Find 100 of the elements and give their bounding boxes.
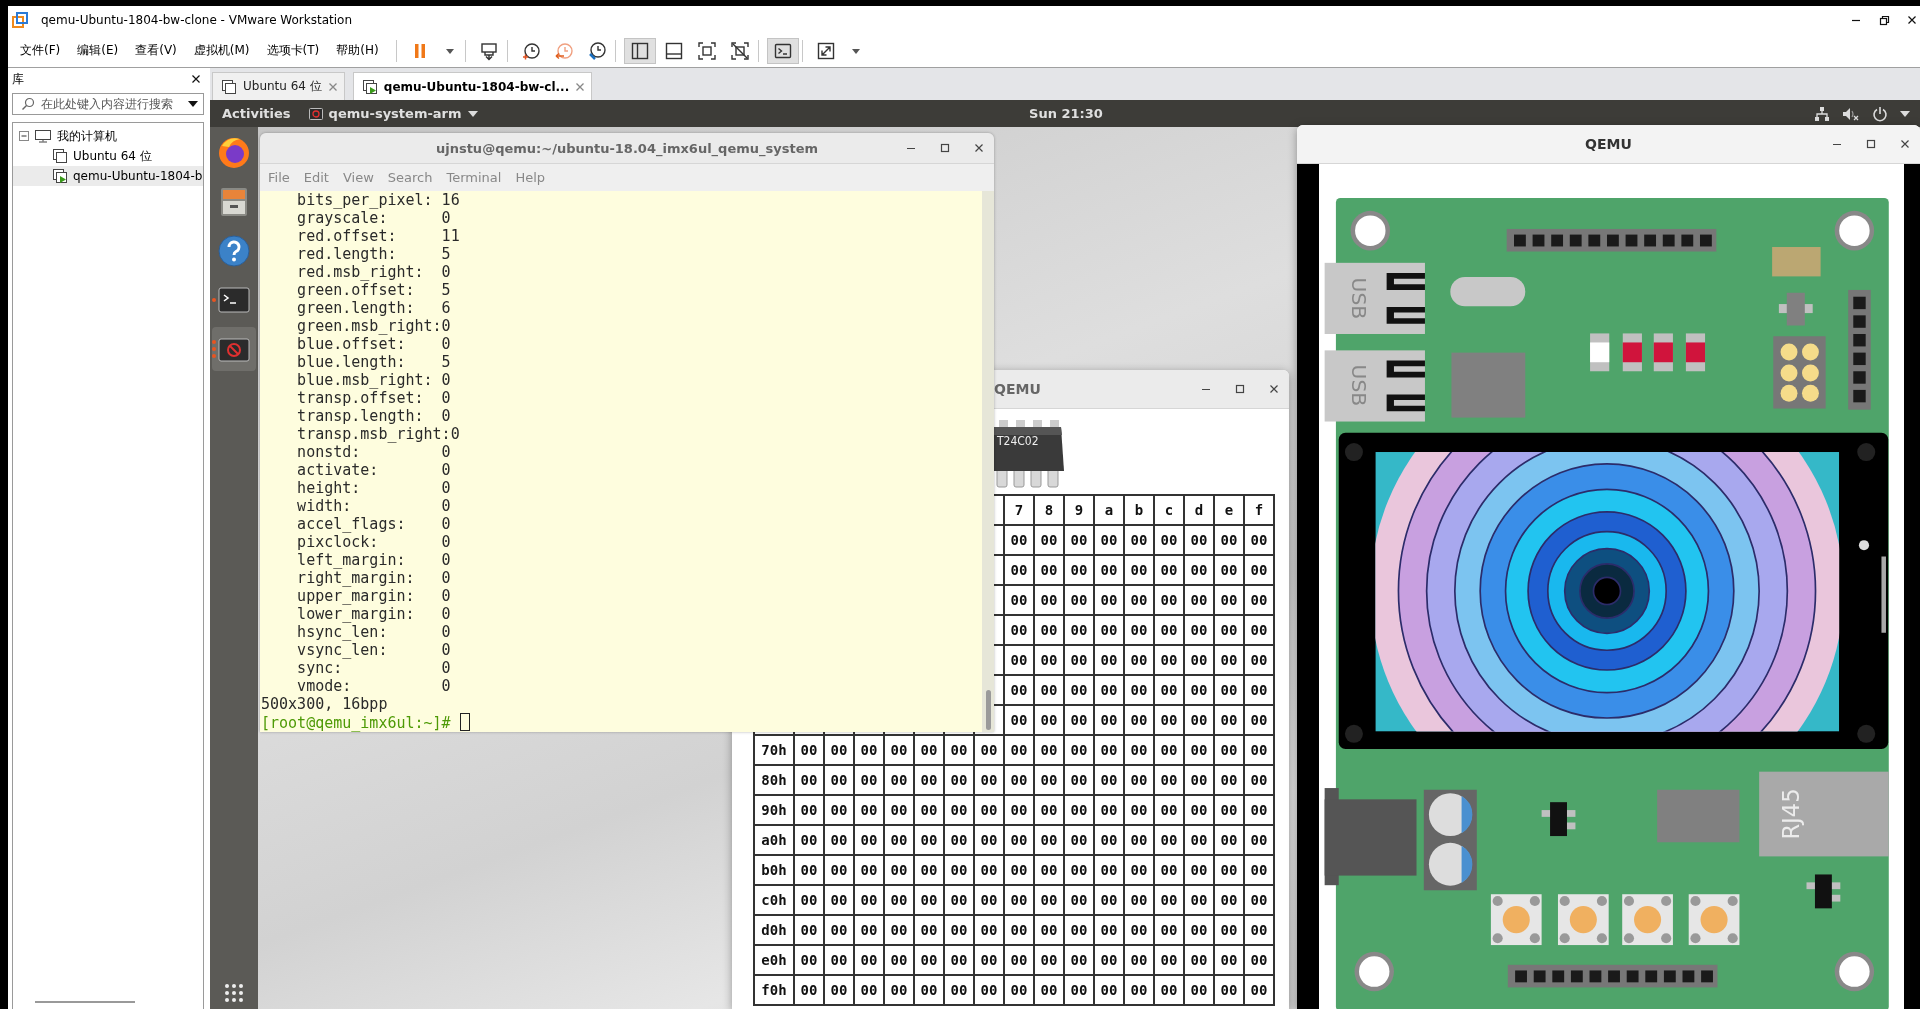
table-cell: 00 [824, 975, 854, 1005]
table-cell: 00 [974, 885, 1004, 915]
clock-plus-icon[interactable] [520, 40, 541, 61]
window-title: QEMU [993, 381, 1041, 397]
menu-item[interactable]: 帮助(H) [336, 42, 379, 59]
table-cell: 00 [1244, 705, 1274, 735]
tree-item[interactable]: qemu-Ubuntu-1804-b [13, 166, 203, 186]
terminal-line: red.length: 5 [297, 245, 451, 263]
table-cell: 00 [1184, 825, 1214, 855]
tab[interactable]: Ubuntu 64 位 [212, 72, 345, 100]
toggle-button[interactable] [623, 37, 656, 64]
table-cell: 00 [1004, 975, 1034, 1005]
table-cell: 00 [1244, 735, 1274, 765]
table-cell: 00 [1034, 975, 1064, 1005]
menu-item[interactable]: 文件(F) [20, 42, 61, 59]
terminal-line: transp.offset: 0 [297, 389, 451, 407]
table-cell: 00 [1124, 675, 1154, 705]
table-cell: 00 [794, 735, 824, 765]
table-cell: 00 [854, 945, 884, 975]
table-cell: 00 [1184, 555, 1214, 585]
table-cell: 00 [1214, 645, 1244, 675]
table-cell: 00 [1214, 585, 1244, 615]
table-cell: 00 [1244, 525, 1274, 555]
status-menu[interactable] [1814, 105, 1910, 122]
row-header: a0h [754, 825, 794, 855]
table-cell: 00 [1184, 765, 1214, 795]
tree-item[interactable]: 我的计算机 [13, 126, 203, 146]
fullscreen-icon[interactable] [696, 40, 717, 61]
monitor-arrow-icon[interactable] [478, 40, 499, 61]
table-cell: 00 [914, 825, 944, 855]
restore-icon[interactable] [1878, 14, 1890, 26]
menu-item[interactable]: 查看(V) [135, 42, 177, 59]
tab[interactable]: qemu-Ubuntu-1804-bw-cl... [352, 72, 593, 100]
terminal-line: red.offset: 11 [297, 227, 460, 245]
table-cell: 00 [1034, 525, 1064, 555]
table-cell: 00 [794, 855, 824, 885]
table-cell: 00 [1154, 765, 1184, 795]
table-cell: 00 [884, 945, 914, 975]
table-cell: 00 [1094, 675, 1124, 705]
close-icon[interactable] [973, 142, 985, 154]
table-cell: 00 [944, 765, 974, 795]
clock-wrench-icon[interactable] [586, 40, 607, 61]
table-cell: 00 [824, 885, 854, 915]
close-icon[interactable] [1899, 138, 1911, 150]
table-cell: 00 [1154, 885, 1184, 915]
table-cell: 00 [944, 945, 974, 975]
table-cell: 00 [1034, 555, 1064, 585]
menu-item[interactable]: 编辑(E) [77, 42, 119, 59]
activities-button[interactable]: Activities [222, 106, 291, 121]
sidebar-layout-icon[interactable] [629, 40, 650, 61]
menu-item[interactable]: 虚拟机(M) [193, 42, 250, 59]
bottom-panel-icon[interactable] [663, 40, 684, 61]
table-cell: 00 [884, 885, 914, 915]
toggle-button[interactable] [766, 37, 799, 64]
resize-icon[interactable] [815, 40, 836, 61]
terminal-line: transp.msb_right:0 [297, 425, 460, 443]
close-icon[interactable] [1906, 14, 1918, 26]
menu-item[interactable]: 选项卡(T) [266, 42, 320, 59]
table-cell: 00 [1064, 915, 1094, 945]
app-logo-icon [12, 12, 28, 28]
table-cell: 00 [824, 765, 854, 795]
collapse-icon[interactable] [19, 131, 29, 141]
close-icon[interactable] [190, 73, 202, 85]
tree-item[interactable]: Ubuntu 64 位 [13, 146, 203, 166]
scrollbar[interactable] [35, 1001, 135, 1003]
table-cell: 00 [1184, 675, 1214, 705]
table-cell: 00 [1004, 525, 1034, 555]
table-cell: 00 [1034, 915, 1064, 945]
table-cell: 00 [1244, 975, 1274, 1005]
app-grid-icon[interactable] [224, 983, 244, 1003]
app-menu[interactable]: qemu-system-arm [308, 106, 478, 121]
terminal-line: grayscale: 0 [297, 209, 451, 227]
table-cell: 00 [884, 735, 914, 765]
search-field[interactable]: 在此处键入内容进行搜索 [12, 93, 204, 115]
table-cell: 00 [1064, 885, 1094, 915]
clock[interactable]: Sun 21:30 [1029, 106, 1103, 121]
close-icon[interactable] [1268, 383, 1280, 395]
table-cell: 00 [1004, 585, 1034, 615]
table-cell: 00 [884, 975, 914, 1005]
maximize-icon[interactable] [939, 142, 951, 154]
table-cell: 00 [854, 855, 884, 885]
row-header: d0h [754, 915, 794, 945]
column-header: 7 [1004, 495, 1034, 525]
table-cell: 00 [914, 975, 944, 1005]
table-cell: 00 [974, 765, 1004, 795]
table-cell: 00 [1244, 825, 1274, 855]
table-cell: 00 [854, 885, 884, 915]
maximize-icon[interactable] [1865, 138, 1877, 150]
dropdown-caret-icon[interactable] [188, 100, 198, 108]
table-cell: 00 [1214, 885, 1244, 915]
table-cell: 00 [1154, 585, 1184, 615]
table-cell: 00 [884, 795, 914, 825]
table-cell: 00 [1214, 975, 1244, 1005]
table-cell: 00 [1154, 795, 1184, 825]
row-header: f0h [754, 975, 794, 1005]
table-cell: 00 [914, 735, 944, 765]
crossed-square-icon[interactable] [729, 40, 750, 61]
port-label: USB [1347, 364, 1371, 407]
scrollbar[interactable] [982, 191, 994, 732]
maximize-icon[interactable] [1234, 383, 1246, 395]
